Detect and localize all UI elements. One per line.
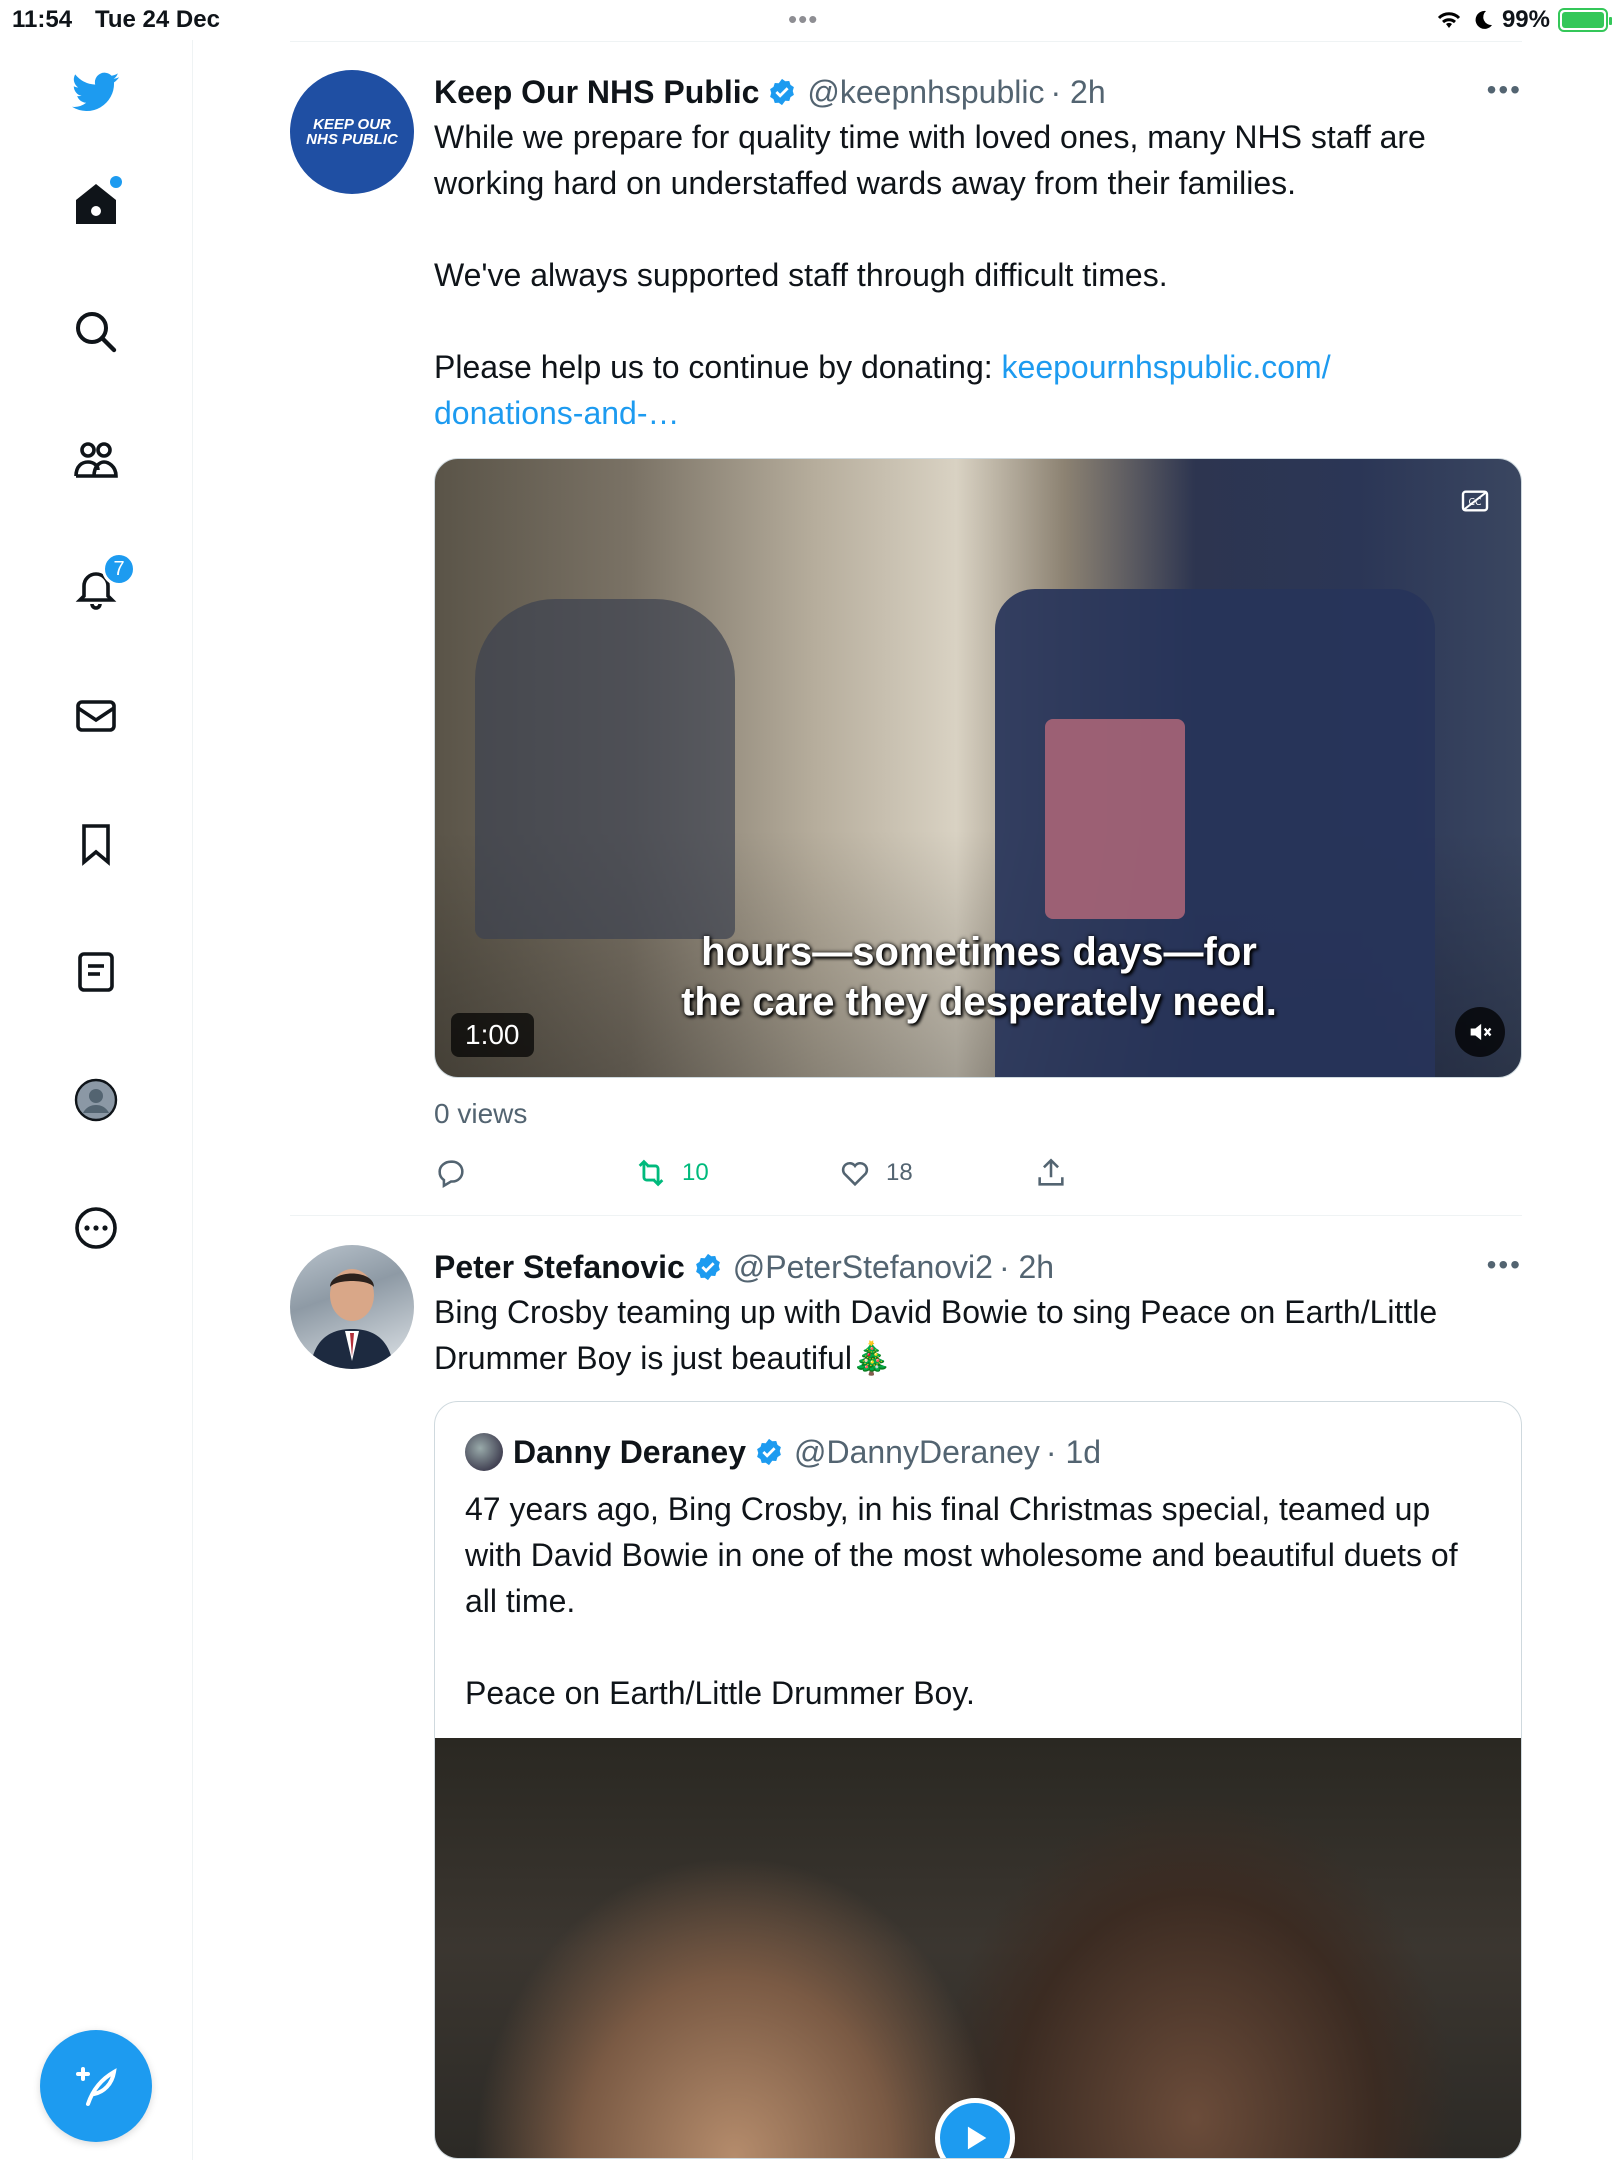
share-icon (1038, 1158, 1064, 1186)
tweet-content: Keep Our NHS Public @keepnhspublic · 2h … (434, 70, 1522, 1216)
battery-percent: 99% (1501, 6, 1550, 33)
video-caption-line: hours—sometimes days—for (701, 930, 1257, 974)
tweet-time[interactable]: · 2h (999, 1249, 1054, 1286)
compose-tweet-button[interactable] (40, 2030, 152, 2142)
quoted-tweet-text: 47 years ago, Bing Crosby, in his final … (465, 1491, 1458, 1711)
like-count: 18 (886, 1159, 913, 1186)
tweet-text: While we prepare for quality time with l… (434, 114, 1522, 436)
more-icon[interactable] (64, 1196, 128, 1260)
tweet-peter-stefanovic[interactable]: Peter Stefanovic @PeterStefanovi2 · 2h •… (290, 1245, 1522, 2159)
communities-icon[interactable] (64, 428, 128, 492)
twitter-logo-icon[interactable] (64, 60, 128, 124)
reply-button[interactable] (434, 1156, 468, 1190)
bell-icon[interactable]: 7 (64, 552, 136, 620)
retweet-count: 10 (682, 1159, 709, 1186)
feather-plus-icon (76, 2067, 117, 2106)
verified-badge-icon (754, 1437, 784, 1467)
lists-icon[interactable] (64, 940, 128, 1004)
tweet-body: While we prepare for quality time with l… (434, 119, 1426, 385)
quoted-author-name[interactable]: Danny Deraney (513, 1434, 746, 1471)
home-icon[interactable] (64, 172, 128, 236)
video-player[interactable]: CC hours—sometimes days—for the care the… (434, 458, 1522, 1078)
quoted-tweet-time: · 1d (1045, 1433, 1102, 1470)
avatar-peter-stefanovic[interactable] (290, 1245, 414, 1369)
avatar-keep-our-nhs-public[interactable]: KEEP OUR NHS PUBLIC (290, 70, 414, 194)
battery-icon (1558, 8, 1612, 32)
author-name[interactable]: Keep Our NHS Public (434, 74, 759, 111)
tweet-divider (290, 1215, 1522, 1216)
author-handle[interactable]: @keepnhspublic (807, 74, 1044, 111)
retweet-icon (638, 1159, 664, 1187)
timeline: KEEP OUR NHS PUBLIC Keep Our NHS Public … (290, 40, 1522, 2160)
status-indicators: 99% (1434, 6, 1612, 34)
author-name[interactable]: Peter Stefanovic (434, 1249, 685, 1286)
tweet-text: Bing Crosby teaming up with David Bowie … (434, 1294, 1447, 1376)
sidebar-nav: 7 (0, 40, 193, 2160)
view-count: 0 views (434, 1098, 528, 1129)
reply-icon (438, 1160, 464, 1189)
tweet-content: Peter Stefanovic @PeterStefanovi2 · 2h •… (434, 1245, 1522, 2159)
heart-icon (841, 1161, 869, 1187)
video-caption: hours—sometimes days—for the care they d… (435, 927, 1521, 1027)
video-frame-bag (1045, 719, 1185, 919)
status-time: 11:54 (12, 6, 73, 33)
avatar-logo-text: KEEP OUR (313, 116, 391, 133)
captions-icon[interactable]: CC (1459, 485, 1491, 517)
bookmark-icon[interactable] (64, 812, 128, 876)
play-icon (967, 2126, 987, 2150)
video-frame-figure (475, 599, 735, 939)
video-caption-line: the care they desperately need. (681, 980, 1277, 1024)
profile-icon[interactable] (64, 1068, 128, 1132)
wifi-icon (1437, 12, 1461, 28)
tweet-time[interactable]: · 2h (1050, 74, 1105, 111)
verified-badge-icon (693, 1252, 723, 1282)
home-unread-dot (110, 176, 122, 188)
notification-badge: 7 (102, 552, 136, 586)
avatar-photo (310, 1269, 394, 1369)
quoted-tweet-header: Danny Deraney @DannyDeraney · 1d (465, 1430, 1521, 1474)
tweet-actions: 10 18 (434, 1156, 1522, 1216)
status-date: Tue 24 Dec (95, 6, 220, 33)
video-duration: 1:00 (451, 1013, 534, 1057)
quoted-tweet[interactable]: Danny Deraney @DannyDeraney · 1d 47 year… (434, 1401, 1522, 2159)
search-icon[interactable] (64, 300, 128, 364)
divider (290, 41, 1522, 42)
verified-badge-icon (767, 77, 797, 107)
avatar-logo-text: NHS PUBLIC (306, 131, 398, 148)
more-options-icon[interactable]: ••• (1487, 1251, 1522, 1279)
moon-icon (1475, 10, 1492, 29)
mail-icon[interactable] (64, 684, 128, 748)
multitasking-dots-icon[interactable]: ••• (788, 6, 818, 32)
like-button[interactable]: 18 (838, 1156, 913, 1190)
quoted-avatar[interactable] (465, 1433, 503, 1471)
quoted-author-handle[interactable]: @DannyDeraney (794, 1434, 1040, 1471)
share-button[interactable] (1034, 1156, 1068, 1190)
status-bar: 11:54 Tue 24 Dec ••• 99% (0, 0, 1620, 40)
retweet-button[interactable]: 10 (634, 1156, 709, 1190)
play-button[interactable] (935, 2098, 1015, 2158)
author-handle[interactable]: @PeterStefanovi2 (733, 1249, 993, 1286)
quoted-video-player[interactable] (435, 1738, 1521, 2158)
mute-icon[interactable] (1455, 1007, 1505, 1057)
more-options-icon[interactable]: ••• (1487, 76, 1522, 104)
tweet-header: Keep Our NHS Public @keepnhspublic · 2h (434, 70, 1522, 114)
tweet-header: Peter Stefanovic @PeterStefanovi2 · 2h (434, 1245, 1522, 1289)
